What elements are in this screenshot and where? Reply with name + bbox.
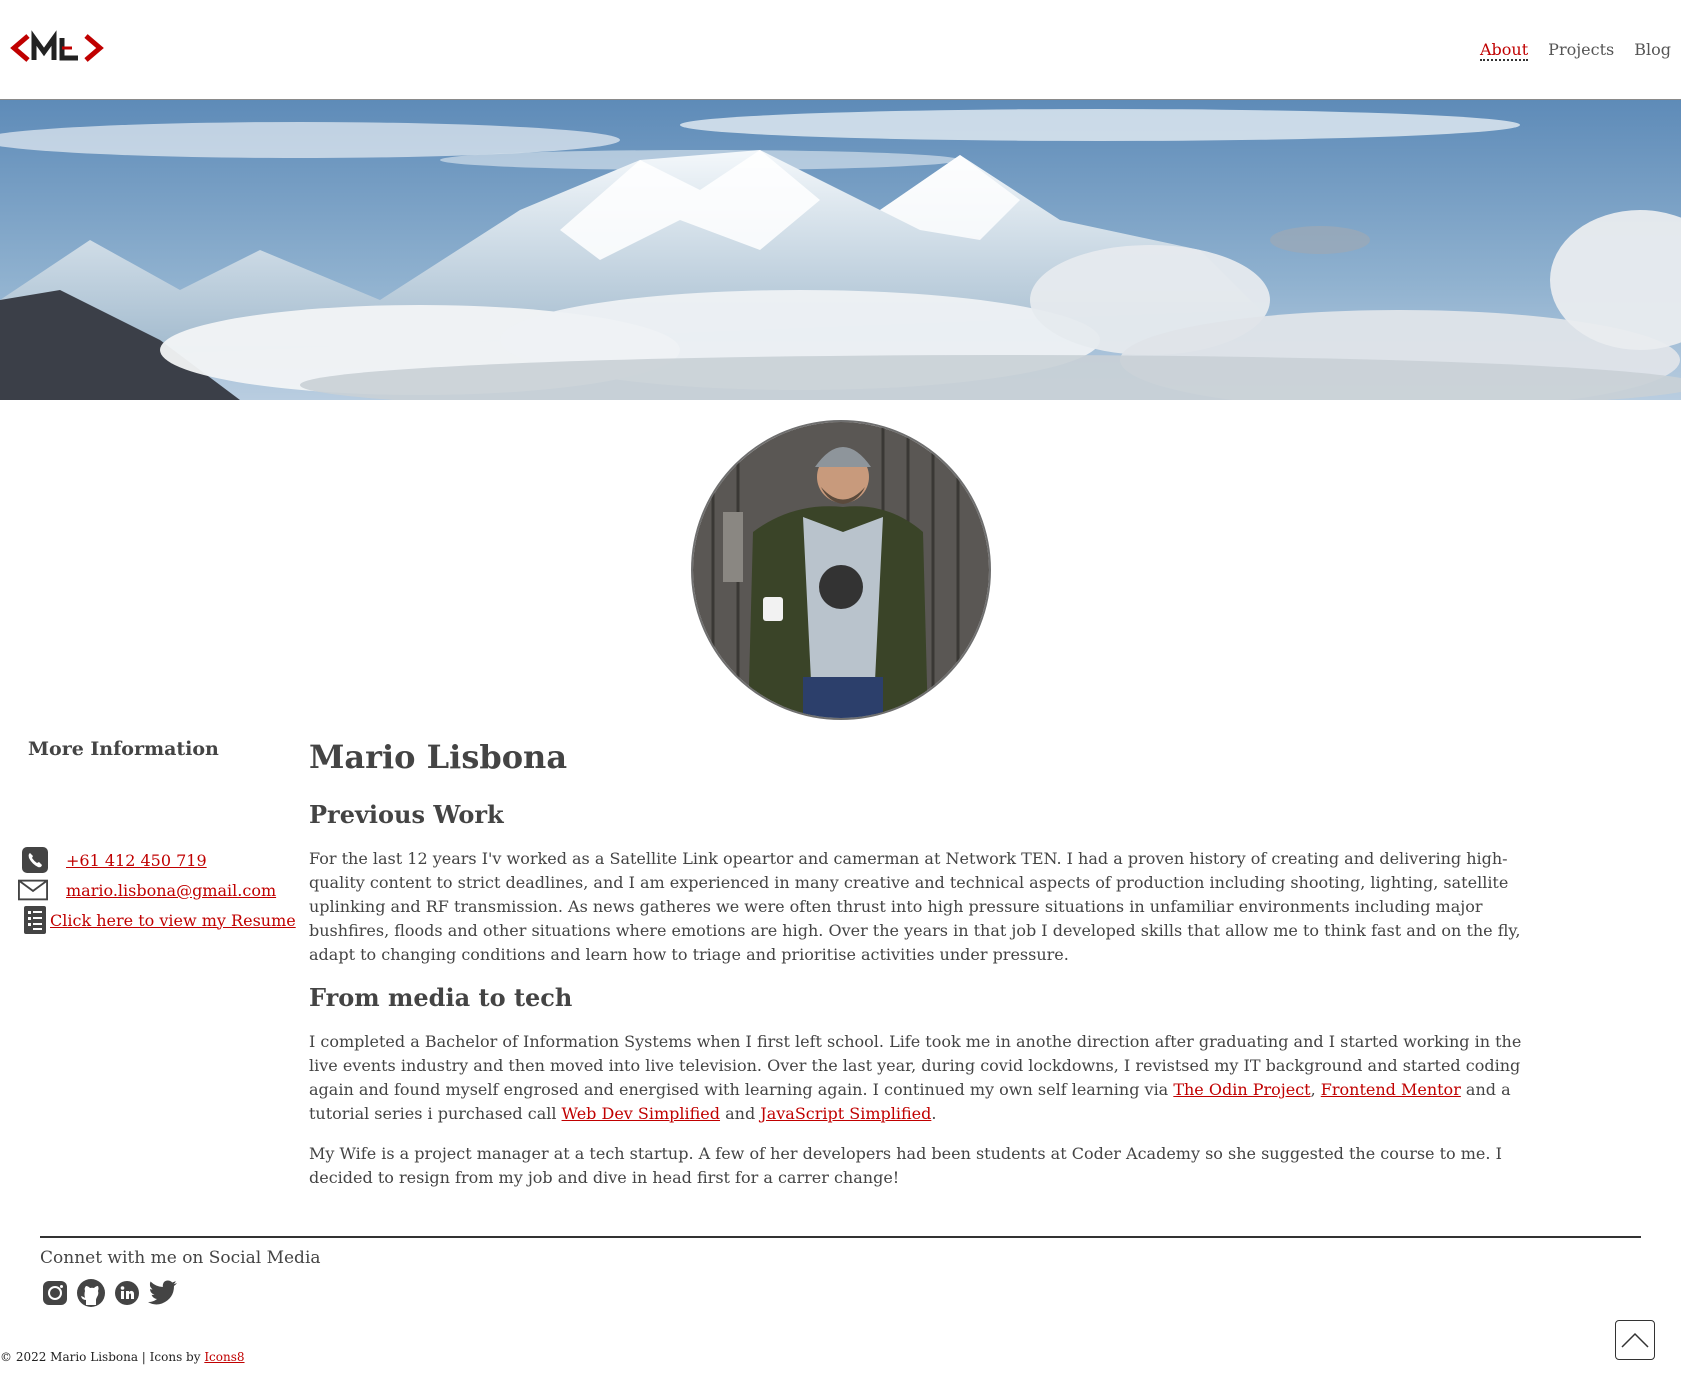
main-content: Mario Lisbona Previous Work For the last… [309,738,1529,1206]
email-contact: mario.lisbona@gmail.com [18,876,276,904]
profile-avatar [691,420,991,720]
mail-icon [18,876,48,904]
phone-link[interactable]: +61 412 450 719 [66,851,207,870]
nav-blog[interactable]: Blog [1634,40,1671,61]
javascript-simplified-link[interactable]: JavaScript Simplified [760,1104,931,1123]
logo-graphic [10,30,104,62]
paragraph-text: and [720,1104,761,1123]
section-heading-media-to-tech: From media to tech [309,983,573,1012]
copyright-text: © 2022 Mario Lisbona | Icons by Icons8 [0,1350,245,1364]
phone-contact: +61 412 450 719 [20,846,207,874]
email-link[interactable]: mario.lisbona@gmail.com [66,881,276,900]
document-icon [20,906,50,934]
resume-link[interactable]: Click here to view my Resume [50,911,296,930]
nav-projects[interactable]: Projects [1548,40,1614,61]
hero-banner-image [0,100,1681,400]
instagram-icon[interactable] [40,1278,70,1308]
paragraph-text: , [1310,1080,1321,1099]
sidebar-title: More Information [28,738,219,760]
previous-work-paragraph: For the last 12 years I'v worked as a Sa… [309,849,1521,964]
career-change-paragraph: My Wife is a project manager at a tech s… [309,1144,1502,1187]
odin-project-link[interactable]: The Odin Project [1173,1080,1310,1099]
icons8-link[interactable]: Icons8 [204,1350,244,1364]
scroll-to-top-button[interactable] [1615,1320,1655,1360]
web-dev-simplified-link[interactable]: Web Dev Simplified [562,1104,720,1123]
main-nav: About Projects Blog [1480,40,1671,61]
site-logo[interactable] [8,30,108,70]
social-links [40,1278,178,1308]
linkedin-icon[interactable] [112,1278,142,1308]
phone-icon [20,846,50,874]
copyright-label: © 2022 Mario Lisbona | Icons by [0,1350,205,1364]
section-heading-previous-work: Previous Work [309,800,504,829]
github-icon[interactable] [76,1278,106,1308]
frontend-mentor-link[interactable]: Frontend Mentor [1321,1080,1461,1099]
site-header: About Projects Blog [0,0,1681,100]
media-to-tech-paragraph: I completed a Bachelor of Information Sy… [309,1030,1529,1126]
paragraph-text: . [931,1104,937,1123]
page-title: Mario Lisbona [309,738,568,776]
resume-contact: Click here to view my Resume [20,906,296,934]
chevron-up-icon [1621,1332,1649,1348]
footer-divider [40,1236,1641,1238]
nav-about[interactable]: About [1480,40,1529,61]
social-title: Connet with me on Social Media [40,1248,321,1268]
twitter-icon[interactable] [148,1278,178,1308]
